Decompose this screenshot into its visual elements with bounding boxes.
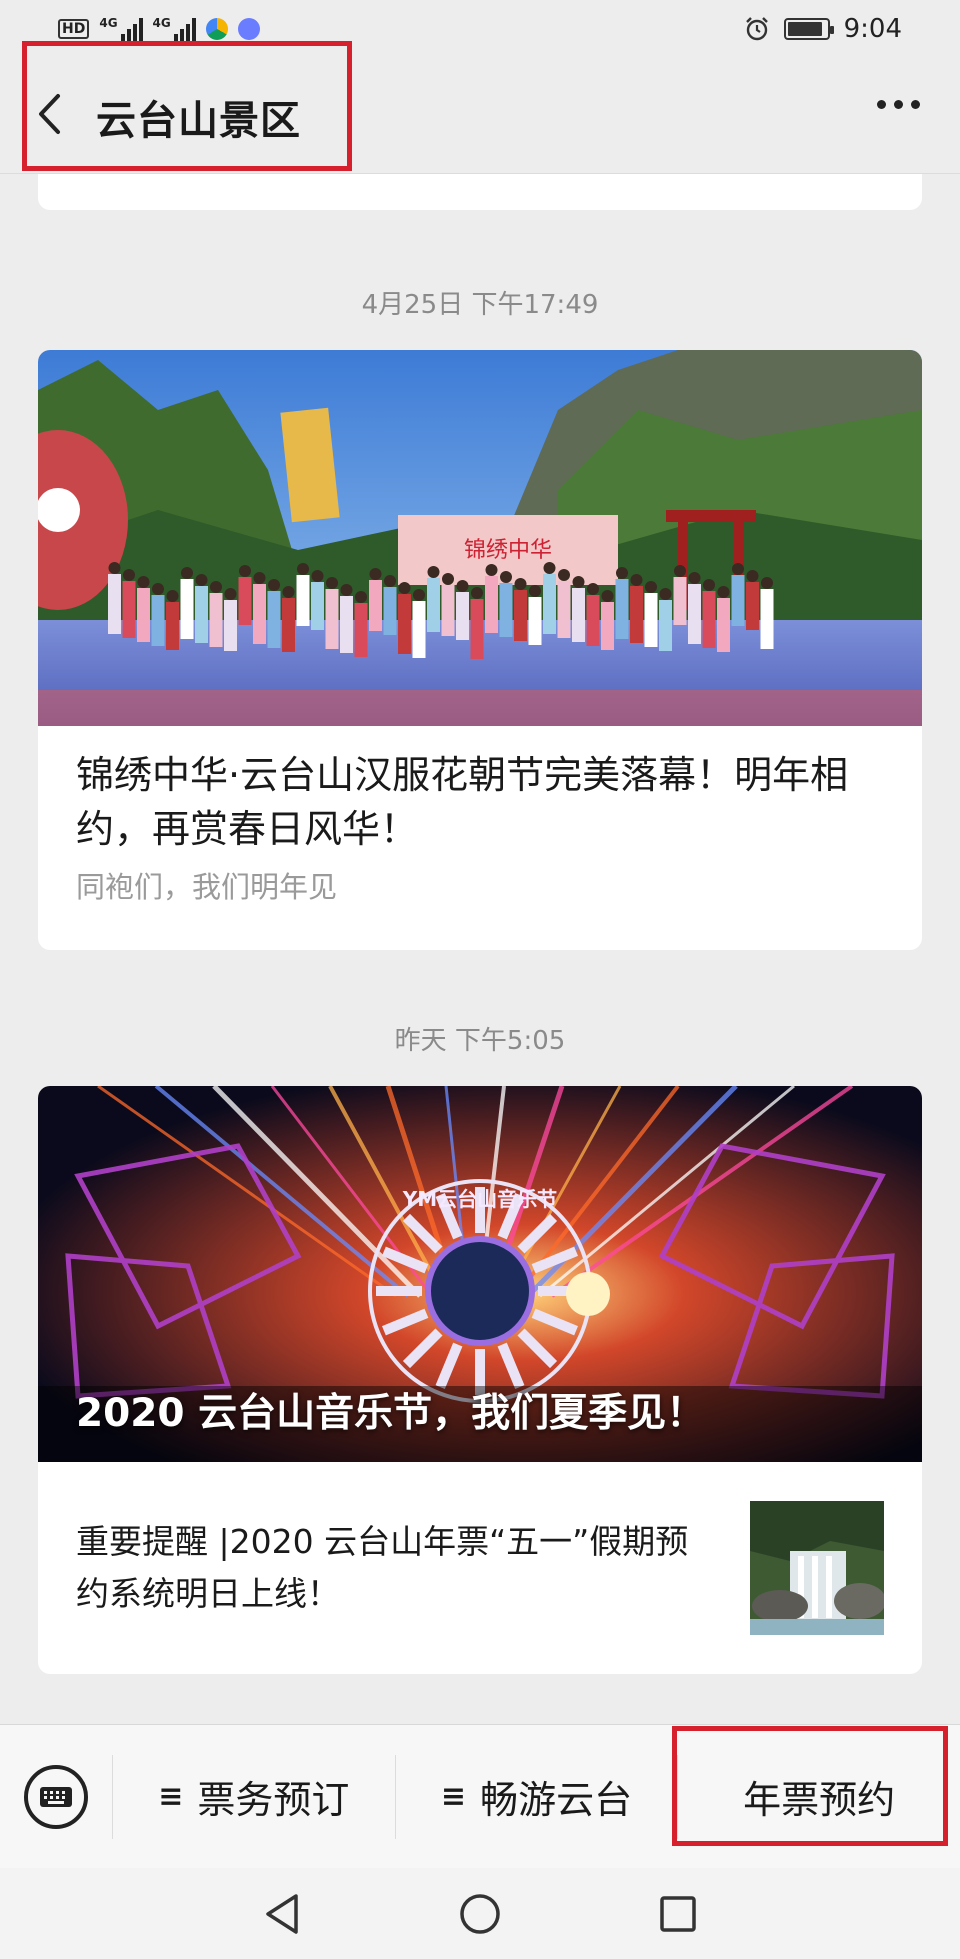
nav-back-button[interactable] [258, 1890, 306, 1938]
article-card[interactable]: 锦绣中华 锦绣中华·云台山汉服花朝节完美落幕！明年相约，再赏春日风华！ 同袍们，… [38, 350, 922, 950]
previous-article-card[interactable] [38, 174, 922, 210]
battery-fill [787, 22, 822, 36]
alarm-icon [745, 17, 768, 41]
signal-icon: 4G [99, 16, 143, 42]
article-card[interactable]: YM云台山音乐节 2020 云台山音乐节，我们夏季见！ 重要提醒 |2020 云… [38, 1086, 922, 1674]
article-summary: 同袍们，我们明年见 [76, 870, 338, 904]
article-cover-image[interactable]: YM云台山音乐节 2020 云台山音乐节，我们夏季见！ [38, 1086, 922, 1462]
back-arrow-icon[interactable] [36, 92, 62, 136]
menu-item-ticket-booking[interactable]: ≡ 票务预订 [113, 1725, 395, 1868]
chat-header: 云台山景区 [0, 41, 960, 174]
page-title: 云台山景区 [96, 98, 301, 144]
battery-icon [783, 18, 834, 40]
keyboard-toggle-button[interactable] [0, 1725, 112, 1868]
more-options-icon[interactable] [877, 100, 920, 109]
circle-home-icon [460, 1893, 500, 1934]
signal-icon-2: 4G [153, 16, 196, 42]
hd-badge: HD [58, 19, 90, 39]
app-notification-icon [205, 18, 228, 40]
submenu-icon: ≡ [158, 1779, 184, 1814]
menu-item-label: 畅游云台 [480, 1778, 633, 1822]
article-cover-image[interactable]: 锦绣中华 [38, 350, 922, 726]
sub-article-row[interactable]: 重要提醒 |2020 云台山年票“五一”假期预约系统明日上线！ [38, 1462, 922, 1674]
menu-item-annual-pass-booking[interactable]: 年票预约 [678, 1725, 960, 1868]
timestamp: 昨天 下午5:05 [394, 1026, 566, 1056]
bottom-menu-bar: ≡ 票务预订 ≡ 畅游云台 年票预约 [0, 1724, 960, 1868]
hero-caption: 2020 云台山音乐节，我们夏季见！ [76, 1391, 706, 1436]
square-recents-icon [660, 1895, 696, 1932]
menu-item-explore-yuntai[interactable]: ≡ 畅游云台 [396, 1725, 678, 1868]
menu-item-label: 票务预订 [197, 1778, 350, 1822]
article-text: 锦绣中华·云台山汉服花朝节完美落幕！明年相约，再赏春日风华！ 同袍们，我们明年见 [38, 726, 922, 936]
nav-home-button[interactable] [456, 1890, 504, 1938]
clock: 9:04 [843, 14, 902, 44]
system-nav-bar [0, 1868, 960, 1959]
timestamp: 4月25日 下午17:49 [361, 290, 599, 320]
status-right: 9:04 [744, 14, 902, 44]
sub-article-thumbnail [750, 1501, 884, 1635]
keyboard-icon [24, 1764, 88, 1829]
menu-item-label: 年票预约 [743, 1778, 896, 1822]
status-left: HD 4G 4G [58, 16, 260, 42]
festival-logo: YM云台山音乐节 [402, 1187, 557, 1211]
article-title[interactable]: 锦绣中华·云台山汉服花朝节完美落幕！明年相约，再赏春日风华！ [76, 748, 884, 856]
message-feed[interactable]: 4月25日 下午17:49 锦绣中华 锦绣中华·云台山汉服花朝节完美落幕！明年相… [0, 174, 960, 1724]
banner-text: 锦绣中华 [464, 538, 552, 563]
triangle-back-icon [266, 1893, 298, 1934]
submenu-icon: ≡ [440, 1779, 467, 1814]
nav-recents-button[interactable] [654, 1890, 702, 1938]
sub-article-title[interactable]: 重要提醒 |2020 云台山年票“五一”假期预约系统明日上线！ [76, 1516, 750, 1620]
music-app-icon [237, 18, 260, 40]
